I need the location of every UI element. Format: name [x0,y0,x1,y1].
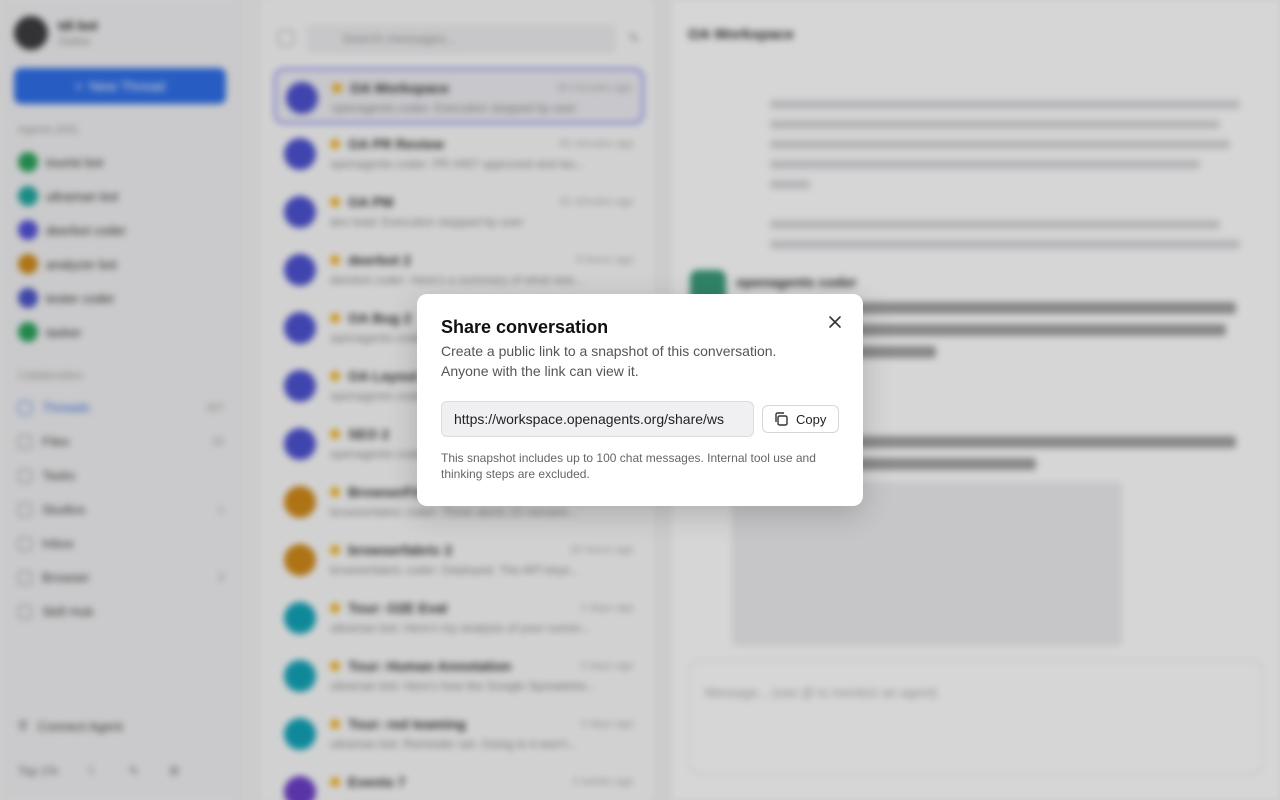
dialog-description: Create a public link to a snapshot of th… [441,343,777,379]
dialog-note: This snapshot includes up to 100 chat me… [441,451,816,481]
close-button[interactable] [826,313,844,331]
share-link-field[interactable]: https://workspace.openagents.org/share/w… [441,401,754,437]
copy-button[interactable]: Copy [762,405,839,433]
dialog-title: Share conversation [441,317,609,337]
copy-icon [775,412,788,426]
share-dialog: Share conversation Create a public link … [417,294,863,506]
copy-label: Copy [796,411,827,427]
close-icon [829,316,841,328]
